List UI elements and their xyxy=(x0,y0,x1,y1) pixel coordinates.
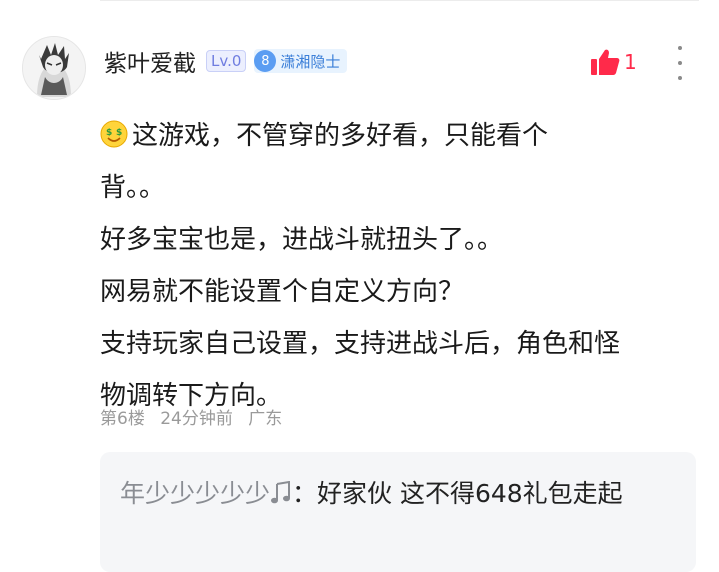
comment-meta: 第6楼 24分钟前 广东 xyxy=(100,404,292,429)
title-badge: 8 潇湘隐士 xyxy=(254,49,348,73)
location: 广东 xyxy=(248,409,283,429)
avatar[interactable] xyxy=(22,36,86,100)
more-options-button[interactable] xyxy=(670,46,690,80)
like-button[interactable]: 1 xyxy=(590,48,637,76)
post-time: 24分钟前 xyxy=(160,409,233,429)
reply-content: ：好家伙 这不得648礼包走起 xyxy=(292,479,623,508)
like-count: 1 xyxy=(624,50,637,74)
avatar-image-icon xyxy=(23,37,85,99)
top-divider xyxy=(100,0,699,1)
thumbs-up-icon xyxy=(591,49,620,75)
comment-line: 网易就不能设置个自定义方向？ xyxy=(100,277,465,307)
comment-body: $ $ 这游戏，不管穿的多好看，只能看个 背。。 好多宝宝也是，进战斗就扭头了。。 … xyxy=(100,110,700,422)
svg-text:$: $ xyxy=(106,128,112,138)
reply-username[interactable]: 年少少少少少 xyxy=(120,479,270,508)
more-vertical-icon-dot xyxy=(678,61,682,65)
more-vertical-icon-dot xyxy=(678,46,682,50)
more-vertical-icon-dot xyxy=(678,76,682,80)
floor-number: 第6楼 xyxy=(100,409,145,429)
comment-line: 支持玩家自己设置，支持进战斗后，角色和怪 xyxy=(100,329,621,359)
comment-line: $ $ 这游戏，不管穿的多好看，只能看个 xyxy=(100,110,700,162)
reply-item[interactable]: 年少少少少少 ：好家伙 这不得648礼包走起 xyxy=(120,472,680,516)
comment-header: 紫叶爱截 Lv.0 8 潇湘隐士 xyxy=(104,44,348,78)
title-level-number: 8 xyxy=(254,50,277,72)
music-note-icon xyxy=(271,480,291,504)
title-text: 潇湘隐士 xyxy=(280,52,341,71)
username[interactable]: 紫叶爱截 xyxy=(104,44,196,78)
level-badge: Lv.0 xyxy=(206,50,247,72)
comment-line: 背。。 xyxy=(100,173,166,203)
svg-text:$: $ xyxy=(116,128,122,138)
comment-line-text: 这游戏，不管穿的多好看，只能看个 xyxy=(132,121,549,151)
reply-box[interactable]: 年少少少少少 ：好家伙 这不得648礼包走起 xyxy=(100,452,696,572)
comment-line: 好多宝宝也是，进战斗就扭头了。。 xyxy=(100,225,504,255)
money-face-emoji-icon: $ $ xyxy=(100,120,128,148)
